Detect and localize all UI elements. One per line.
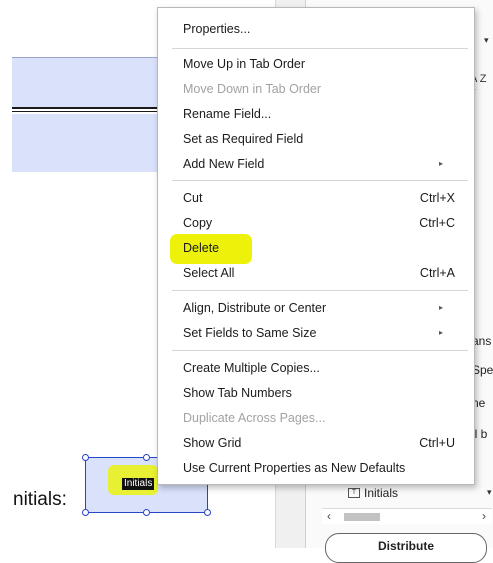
menu-item-duplicate-pages[interactable]: Duplicate Across Pages... [158, 405, 474, 430]
menu-separator [172, 180, 468, 181]
menu-item-label: Cut [183, 190, 203, 205]
submenu-arrow-icon: ▸ [438, 328, 443, 337]
menu-item-shortcut: Ctrl+X [419, 190, 455, 205]
menu-item-label: Rename Field... [183, 106, 272, 121]
menu-item-set-required[interactable]: Set as Required Field [158, 126, 474, 151]
divider-line [12, 107, 172, 109]
menu-item-show-grid[interactable]: Show Grid Ctrl+U [158, 430, 474, 455]
scroll-right-icon[interactable]: › [482, 509, 486, 523]
text-field-top[interactable] [12, 57, 172, 107]
menu-item-label: Set as Required Field [183, 131, 304, 146]
menu-item-rename-field[interactable]: Rename Field... [158, 101, 474, 126]
menu-item-shortcut: Ctrl+U [419, 435, 455, 450]
menu-item-move-down[interactable]: Move Down in Tab Order [158, 76, 474, 101]
menu-item-label: Create Multiple Copies... [183, 360, 320, 375]
resize-handle[interactable] [82, 454, 89, 461]
scroll-left-icon[interactable]: ‹ [327, 509, 331, 523]
submenu-arrow-icon: ▸ [438, 303, 443, 312]
menu-item-shortcut: Ctrl+A [419, 265, 455, 280]
menu-item-show-tab-numbers[interactable]: Show Tab Numbers [158, 380, 474, 405]
menu-item-label: Select All [183, 265, 235, 280]
menu-item-use-defaults[interactable]: Use Current Properties as New Defaults [158, 455, 474, 480]
tree-item-initials[interactable]: T Initials [348, 486, 398, 500]
menu-separator [172, 290, 468, 291]
menu-item-delete[interactable]: Delete [158, 235, 474, 260]
menu-item-move-up[interactable]: Move Up in Tab Order [158, 51, 474, 76]
menu-item-copy[interactable]: Copy Ctrl+C [158, 210, 474, 235]
menu-item-label: Move Down in Tab Order [183, 81, 322, 96]
menu-item-create-copies[interactable]: Create Multiple Copies... [158, 355, 474, 380]
divider-line [12, 111, 172, 112]
resize-handle[interactable] [82, 509, 89, 516]
menu-item-label: Delete [183, 240, 220, 255]
menu-item-align-distribute[interactable]: Align, Distribute or Center ▸ [158, 295, 474, 320]
submenu-arrow-icon: ▸ [438, 159, 443, 168]
menu-item-label: Align, Distribute or Center [183, 300, 327, 315]
menu-item-label: Properties... [183, 21, 251, 36]
menu-separator [172, 48, 468, 49]
form-field-block[interactable] [12, 57, 172, 172]
menu-item-select-all[interactable]: Select All Ctrl+A [158, 260, 474, 285]
horizontal-scrollbar[interactable]: ‹ › [322, 508, 492, 524]
text-field-icon: T [348, 488, 360, 498]
menu-item-cut[interactable]: Cut Ctrl+X [158, 185, 474, 210]
menu-item-properties[interactable]: Properties... [158, 16, 474, 41]
context-menu: Properties... Move Up in Tab Order Move … [157, 7, 475, 485]
menu-item-label: Show Tab Numbers [183, 385, 292, 400]
scroll-thumb[interactable] [344, 513, 380, 521]
menu-separator [172, 350, 468, 351]
menu-item-label: Move Up in Tab Order [183, 56, 306, 71]
menu-item-label: Use Current Properties as New Defaults [183, 460, 406, 475]
resize-handle[interactable] [143, 454, 150, 461]
menu-item-label: Show Grid [183, 435, 242, 450]
menu-item-add-new-field[interactable]: Add New Field ▸ [158, 151, 474, 176]
chevron-down-icon[interactable]: ▾ [484, 35, 489, 46]
initials-label: nitials: [13, 489, 67, 510]
menu-item-label: Duplicate Across Pages... [183, 410, 326, 425]
resize-handle[interactable] [143, 509, 150, 516]
menu-item-label: Add New Field [183, 156, 265, 171]
resize-handle[interactable] [204, 509, 211, 516]
text-field-bottom[interactable] [12, 114, 172, 172]
menu-item-label: Set Fields to Same Size [183, 325, 317, 340]
menu-item-same-size[interactable]: Set Fields to Same Size ▸ [158, 320, 474, 345]
chevron-down-icon[interactable]: ▾ [487, 487, 492, 498]
menu-item-label: Copy [183, 215, 213, 230]
field-name-tag: Initials [122, 478, 155, 490]
distribute-button[interactable]: Distribute [325, 533, 487, 563]
menu-item-shortcut: Ctrl+C [419, 215, 455, 230]
panel-text-fragment: Spe [472, 363, 493, 377]
tree-item-label: Initials [364, 486, 399, 500]
